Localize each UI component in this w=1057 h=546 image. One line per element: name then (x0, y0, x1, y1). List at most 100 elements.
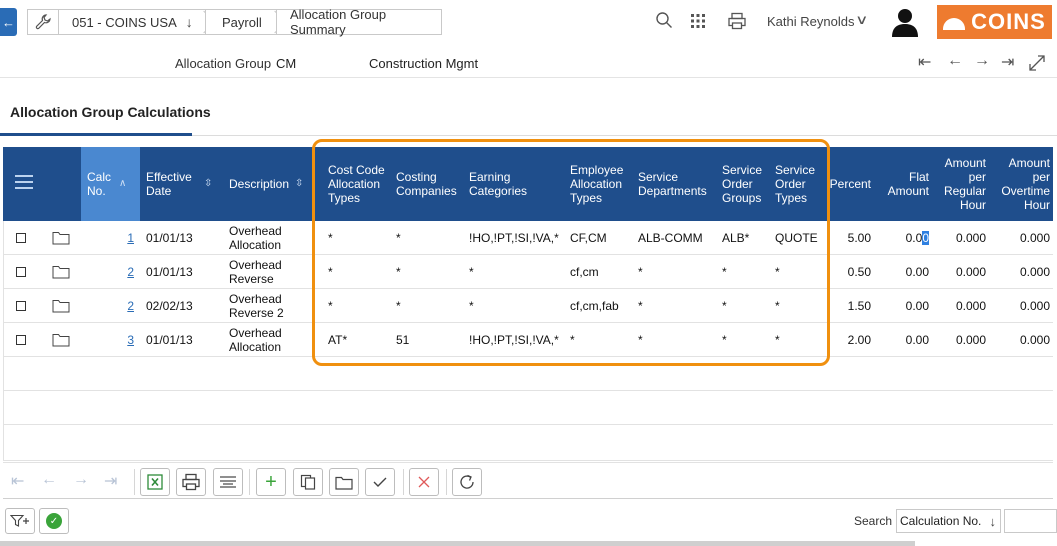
search-field-value: Calculation No. (900, 514, 982, 528)
expand-icon[interactable] (1027, 53, 1047, 73)
description-cell: Overhead Reverse 2 (229, 292, 284, 320)
allocation-group-label: Allocation Group (175, 56, 272, 71)
list-settings-icon (220, 476, 236, 488)
row-checkbox[interactable] (16, 233, 26, 243)
column-amount-regular-label: Amount per Regular Hour (943, 156, 986, 212)
apps-grid-icon[interactable] (691, 14, 705, 28)
columns-button[interactable] (213, 468, 243, 496)
empty-row (3, 425, 1053, 461)
copy-button[interactable] (293, 468, 323, 496)
chevron-down-icon[interactable]: ∨ (855, 12, 868, 28)
effective-date-cell: 01/01/13 (146, 265, 193, 279)
column-flat-amount[interactable]: Flat Amount (879, 147, 929, 221)
refresh-icon (460, 474, 474, 489)
row-checkbox[interactable] (16, 335, 26, 345)
row-checkbox[interactable] (16, 301, 26, 311)
last-record-icon[interactable]: ⇥ (1001, 52, 1014, 72)
excel-export-button[interactable] (140, 468, 170, 496)
effective-date-cell: 02/02/13 (146, 299, 193, 313)
folder-icon[interactable] (52, 230, 70, 245)
calc-no-link[interactable]: 2 (97, 289, 134, 323)
calc-no-link[interactable]: 3 (97, 323, 134, 357)
column-calc-no[interactable]: Calc No. ∧ (81, 147, 140, 221)
row-checkbox[interactable] (16, 267, 26, 277)
breadcrumb-company[interactable]: 051 - COINS USA ↓ (58, 9, 216, 35)
plus-icon: + (265, 470, 277, 493)
amount-overtime-cell: 0.000 (1019, 333, 1050, 347)
column-description[interactable]: Description ⇳ (229, 147, 319, 221)
effective-date-cell: 01/01/13 (146, 231, 193, 245)
open-folder-button[interactable] (329, 468, 359, 496)
empty-row (3, 391, 1053, 425)
next-record-icon[interactable]: → (974, 52, 990, 70)
flat-amount-text: 0.0 (905, 231, 923, 245)
first-record-icon[interactable]: ⇤ (918, 52, 931, 72)
amount-overtime-cell: 0.000 (1019, 231, 1050, 245)
add-filter-button[interactable] (5, 508, 35, 534)
flat-amount-cell: 0.00 (905, 333, 929, 347)
flat-amount-cell: 0.00 (905, 299, 929, 313)
search-field-select[interactable]: Calculation No. ↓ (896, 509, 1001, 533)
flat-amount-cell[interactable]: 0.0 0 (879, 221, 929, 255)
amount-overtime-cell: 0.000 (1019, 299, 1050, 313)
first-page-icon[interactable]: ⇤ (11, 471, 24, 491)
column-amount-per-regular-hour[interactable]: Amount per Regular Hour (935, 147, 986, 221)
description-cell: Overhead Reverse (229, 258, 282, 286)
logo-text: COINS (971, 9, 1046, 34)
last-page-icon[interactable]: ⇥ (104, 471, 117, 491)
previous-record-icon[interactable]: ← (947, 52, 963, 70)
next-page-icon[interactable]: → (73, 471, 89, 489)
grid-toolbar: ⇤ ← → ⇥ + (3, 462, 1053, 499)
folder-icon[interactable] (52, 264, 70, 279)
description-cell: Overhead Allocation (229, 326, 282, 354)
search-input[interactable] (1004, 509, 1057, 533)
percent-cell: 2.00 (847, 333, 871, 347)
column-amount-per-overtime-hour[interactable]: Amount per Overtime Hour (993, 147, 1050, 221)
sort-icon: ⇳ (204, 178, 213, 189)
delete-button[interactable] (409, 468, 439, 496)
column-percent[interactable]: Percent (826, 147, 871, 221)
breadcrumb-current: Allocation Group Summary (276, 7, 442, 37)
sort-icon: ⇳ (295, 178, 304, 189)
horizontal-scrollbar[interactable] (0, 541, 915, 546)
menu-icon[interactable] (15, 175, 33, 193)
column-amount-overtime-label: Amount per Overtime Hour (1001, 156, 1050, 212)
add-button[interactable]: + (256, 468, 286, 496)
breadcrumb-company-label: 051 - COINS USA (72, 14, 177, 30)
sort-ascending-icon: ∧ (119, 178, 127, 189)
allocation-group-description: Construction Mgmt (369, 56, 479, 71)
confirm-button[interactable] (365, 468, 395, 496)
apply-button[interactable]: ✓ (39, 508, 69, 534)
amount-regular-cell: 0.000 (955, 231, 986, 245)
amount-regular-cell: 0.000 (955, 333, 986, 347)
flat-amount-selection: 0 (922, 231, 929, 245)
calc-no-link[interactable]: 2 (97, 255, 134, 289)
tab-allocation-group-calculations[interactable]: Allocation Group Calculations (10, 104, 211, 120)
excel-icon (147, 474, 163, 490)
wrench-icon (35, 14, 51, 30)
top-bar: ← 051 - COINS USA ↓ Payroll Allocation G… (0, 0, 1057, 44)
avatar[interactable] (890, 7, 920, 37)
search-icon[interactable] (655, 11, 673, 29)
calc-no-link[interactable]: 1 (97, 221, 134, 255)
column-effective-date[interactable]: Effective Date ⇳ (146, 147, 216, 221)
amount-regular-cell: 0.000 (955, 299, 986, 313)
amount-overtime-cell: 0.000 (1019, 265, 1050, 279)
close-icon (418, 476, 430, 488)
folder-icon[interactable] (52, 298, 70, 313)
user-name[interactable]: Kathi Reynolds (767, 14, 854, 29)
breadcrumb-module[interactable]: Payroll (205, 9, 287, 35)
refresh-button[interactable] (452, 468, 482, 496)
coins-logo: COINS (937, 5, 1052, 39)
flat-amount-cell: 0.00 (905, 265, 929, 279)
filter-add-icon (10, 514, 29, 527)
tools-button[interactable] (27, 9, 59, 35)
print-button[interactable] (176, 468, 206, 496)
folder-icon[interactable] (52, 332, 70, 347)
back-arrow-icon[interactable]: ← (0, 8, 17, 36)
column-description-label: Description (229, 177, 290, 191)
description-cell: Overhead Allocation (229, 224, 282, 252)
previous-page-icon[interactable]: ← (41, 471, 57, 489)
highlight-box (312, 139, 830, 366)
printer-icon[interactable] (728, 12, 746, 30)
